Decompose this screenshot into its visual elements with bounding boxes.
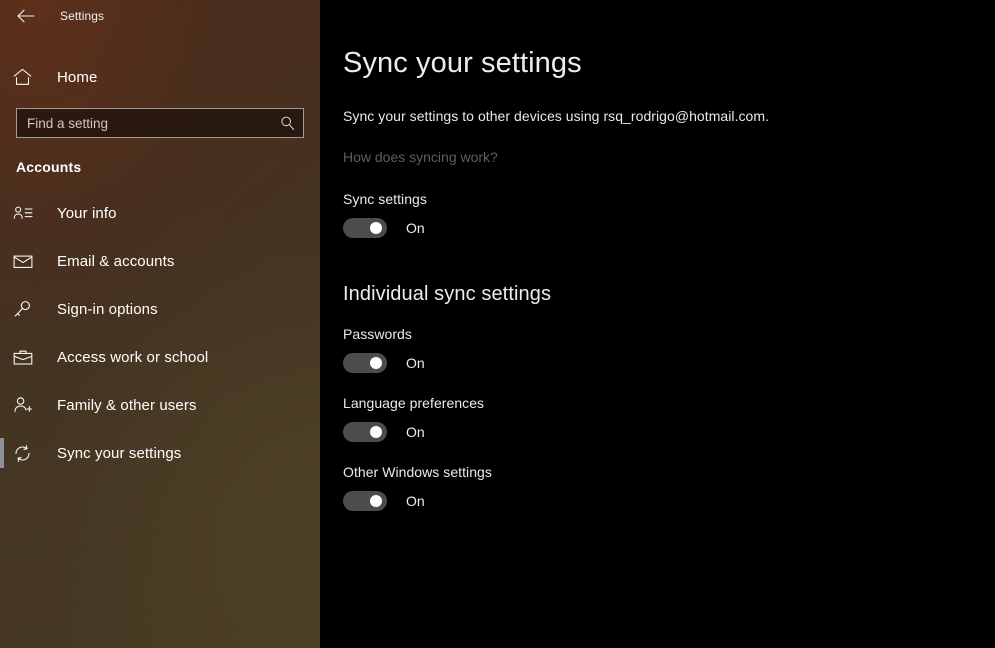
other-windows-settings-block: Other Windows settings On	[343, 464, 995, 511]
sidebar-item-label: Family & other users	[57, 396, 197, 414]
other-windows-settings-label: Other Windows settings	[343, 463, 492, 480]
other-windows-settings-toggle-row: On	[343, 490, 995, 511]
other-windows-settings-state: On	[406, 492, 425, 509]
sync-settings-toggle-row: On	[343, 217, 995, 238]
sidebar-item-your-info[interactable]: Your info	[0, 189, 320, 237]
selection-indicator	[0, 438, 4, 468]
language-preferences-label: Language preferences	[343, 394, 485, 411]
language-preferences-block: Language preferences On	[343, 395, 995, 442]
sync-settings-toggle[interactable]	[343, 217, 387, 238]
section-heading: Individual sync settings	[343, 282, 552, 305]
settings-window: Settings Home Find a setting Accounts Yo…	[0, 0, 995, 648]
search-box[interactable]	[16, 108, 304, 138]
passwords-label: Passwords	[343, 325, 412, 342]
other-windows-settings-toggle[interactable]	[343, 490, 387, 511]
sidebar-item-label: Sign-in options	[57, 300, 158, 318]
toggle-knob	[370, 494, 382, 507]
sync-icon	[13, 444, 39, 463]
passwords-toggle[interactable]	[343, 352, 387, 373]
passwords-state: On	[406, 354, 425, 371]
key-icon	[13, 300, 39, 318]
sidebar-item-sync-your-settings[interactable]: Sync your settings	[0, 429, 320, 477]
briefcase-icon	[13, 349, 39, 366]
language-preferences-toggle-row: On	[343, 421, 995, 442]
sync-settings-label: Sync settings	[343, 190, 427, 207]
sidebar-item-label: Sync your settings	[57, 444, 182, 462]
language-preferences-toggle[interactable]	[343, 421, 387, 442]
home-icon	[13, 68, 39, 86]
page-description: Sync your settings to other devices usin…	[343, 107, 770, 124]
back-button[interactable]	[9, 1, 43, 31]
individual-sync-settings-list: Passwords On Language preferences On Oth…	[343, 326, 995, 511]
envelope-icon	[13, 254, 39, 269]
sidebar-category-header: Accounts	[16, 159, 82, 175]
page-title: Sync your settings	[343, 47, 582, 79]
back-arrow-icon	[17, 9, 35, 23]
sidebar-item-label: Your info	[57, 204, 117, 222]
sidebar: Settings Home Find a setting Accounts Yo…	[0, 0, 320, 648]
sidebar-item-label: Access work or school	[57, 348, 209, 366]
sync-settings-state: On	[406, 219, 425, 236]
passwords-block: Passwords On	[343, 326, 995, 373]
sidebar-item-label: Email & accounts	[57, 252, 175, 270]
title-bar: Settings	[0, 0, 320, 32]
how-does-syncing-work-link[interactable]: How does syncing work?	[343, 149, 498, 165]
sidebar-item-home[interactable]: Home	[0, 57, 320, 97]
language-preferences-state: On	[406, 423, 425, 440]
sidebar-item-home-label: Home	[57, 68, 98, 86]
toggle-knob	[370, 356, 382, 369]
sidebar-nav-list: Your info Email & accounts Sign-in optio…	[0, 189, 320, 477]
person-add-icon	[13, 396, 39, 414]
contact-card-icon	[13, 205, 39, 221]
sidebar-item-access-work-school[interactable]: Access work or school	[0, 333, 320, 381]
toggle-knob	[370, 425, 382, 438]
sidebar-item-sign-in-options[interactable]: Sign-in options	[0, 285, 320, 333]
toggle-knob	[370, 221, 382, 234]
window-title: Settings	[60, 9, 105, 23]
main-content: Sync your settings Sync your settings to…	[320, 0, 995, 648]
passwords-toggle-row: On	[343, 352, 995, 373]
sidebar-item-family-other-users[interactable]: Family & other users	[0, 381, 320, 429]
sync-settings-block: Sync settings On	[343, 191, 995, 238]
search-input[interactable]	[17, 109, 303, 137]
sidebar-item-email-accounts[interactable]: Email & accounts	[0, 237, 320, 285]
